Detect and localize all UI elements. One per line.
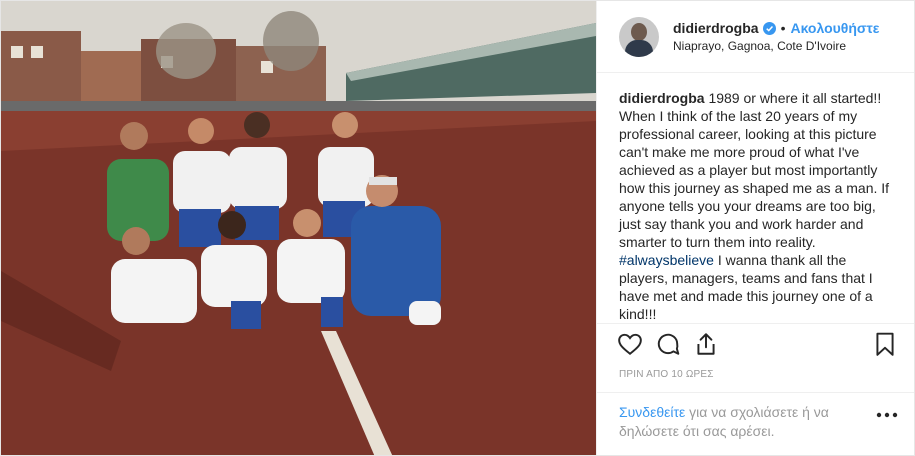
bookmark-icon[interactable] bbox=[872, 331, 898, 357]
login-prompt-text: Συνδεθείτε για να σχολιάσετε ή να δηλώσε… bbox=[619, 403, 868, 441]
avatar[interactable] bbox=[619, 16, 659, 57]
avatar-body bbox=[625, 39, 653, 57]
login-prompt: Συνδεθείτε για να σχολιάσετε ή να δηλώσε… bbox=[597, 392, 914, 455]
header-text: didierdrogba • Ακολουθήστε Niaprayo, Gag… bbox=[673, 20, 879, 53]
post-header: didierdrogba • Ακολουθήστε Niaprayo, Gag… bbox=[597, 1, 914, 74]
action-bar bbox=[597, 323, 914, 363]
header-separator: • bbox=[780, 20, 786, 37]
username-link[interactable]: didierdrogba bbox=[673, 20, 759, 36]
caption-username[interactable]: didierdrogba bbox=[619, 90, 705, 106]
verified-badge-icon bbox=[762, 21, 776, 35]
more-options-icon[interactable] bbox=[874, 405, 900, 425]
caption-text: 1989 or where it all started!! When I th… bbox=[619, 90, 890, 251]
post-photo[interactable] bbox=[1, 1, 596, 455]
follow-button[interactable]: Ακολουθήστε bbox=[790, 20, 879, 36]
avatar-head bbox=[631, 22, 647, 41]
heart-icon[interactable] bbox=[617, 331, 643, 357]
team-photo-illustration bbox=[1, 1, 596, 455]
post-timestamp[interactable]: ΠΡΙΝ ΑΠΟ 10 ΩΡΕΣ bbox=[597, 363, 914, 392]
location-link[interactable]: Niaprayo, Gagnoa, Cote D'Ivoire bbox=[673, 39, 879, 53]
header-top-line: didierdrogba • Ακολουθήστε bbox=[673, 20, 879, 36]
post-caption: didierdrogba 1989 or where it all starte… bbox=[597, 73, 914, 323]
post-sidebar: didierdrogba • Ακολουθήστε Niaprayo, Gag… bbox=[596, 1, 914, 455]
instagram-post: didierdrogba • Ακολουθήστε Niaprayo, Gag… bbox=[0, 0, 915, 456]
caption-hashtag[interactable]: #alwaysbelieve bbox=[619, 252, 714, 268]
share-icon[interactable] bbox=[693, 331, 719, 357]
login-link[interactable]: Συνδεθείτε bbox=[619, 404, 685, 420]
comment-icon[interactable] bbox=[655, 331, 681, 357]
